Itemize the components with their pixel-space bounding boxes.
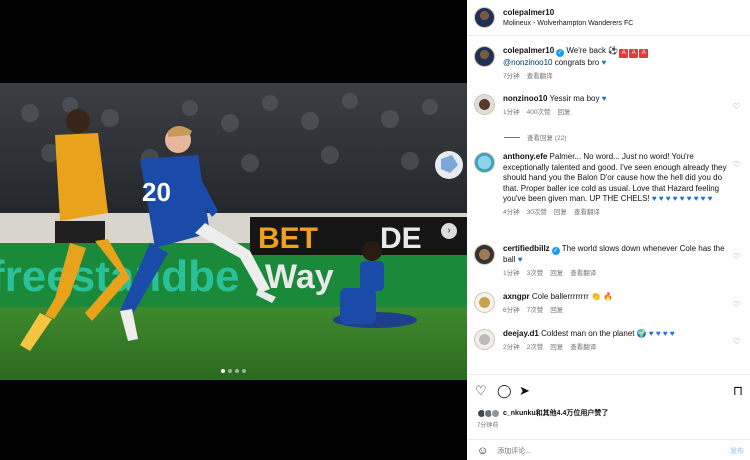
caption-text-2: congrats bro <box>554 58 600 67</box>
comment-input[interactable]: 添加评论... <box>497 446 531 456</box>
translate-link[interactable]: 查看翻译 <box>570 344 596 351</box>
action-bar: ♡ ◯ ➤ ⊓ <box>475 383 743 399</box>
comment-time: 6分钟 <box>503 306 520 314</box>
verified-icon: ✓ <box>551 247 560 255</box>
comment-time: 2分钟 <box>503 343 520 351</box>
post-footer: ♡ ◯ ➤ ⊓ c_nkunku和其他4.4万位用户赞了 7分钟前 ☺ 添加评论… <box>467 374 750 460</box>
football-scene-image: freestandbe Way BET DE <box>0 83 467 380</box>
comment-username[interactable]: anthony.efe <box>503 152 547 161</box>
a-emoji-icon: A <box>619 49 629 58</box>
comment-text: Coldest man on the planet <box>541 329 635 338</box>
share-icon[interactable]: ➤ <box>519 383 530 399</box>
globe-hearts-icon: 🌍 ♥ ♥ ♥ ♥ <box>636 329 675 338</box>
translate-link[interactable]: 查看翻译 <box>570 270 596 277</box>
likes-count[interactable]: 7次赞 <box>527 307 544 314</box>
ball-emoji-icon: ⚽ <box>608 46 619 55</box>
carousel-dots <box>0 369 467 373</box>
post-time: 7分钟前 <box>477 423 499 429</box>
likes-count[interactable]: 2次赞 <box>527 344 544 351</box>
likes-count[interactable]: 30次赞 <box>527 209 547 216</box>
likes-summary[interactable]: c_nkunku和其他4.4万位用户赞了 <box>477 408 608 418</box>
carousel-dot <box>221 369 225 373</box>
carousel-dot <box>235 369 239 373</box>
blue-heart-icon: ♥ <box>601 94 607 103</box>
reply-button[interactable]: 回复 <box>550 344 563 351</box>
reply-button[interactable]: 回复 <box>550 307 563 314</box>
save-bookmark-icon[interactable]: ⊓ <box>733 383 743 399</box>
avatar[interactable] <box>474 46 495 67</box>
caption-username[interactable]: colepalmer10 <box>503 46 554 55</box>
avatar[interactable] <box>474 7 495 28</box>
verified-icon: ✓ <box>556 49 565 57</box>
a-emoji-icon: A <box>639 49 649 58</box>
view-replies-link[interactable]: 查看回复 (22) <box>504 132 566 142</box>
instagram-post-viewer: freestandbe Way BET DE <box>0 0 750 460</box>
comment: axngpr Cole ballerrrrrrrr 👏 🔥 6分钟 7次赞 回复 ♡ <box>474 292 742 316</box>
like-heart-icon[interactable]: ♡ <box>733 337 740 346</box>
comment: nonzinoo10 Yessir ma boy ♥ 1分钟 400次赞 回复 ♡ <box>474 94 742 118</box>
svg-text:DE: DE <box>380 222 422 255</box>
emoji-icon[interactable]: ☺ <box>477 445 488 457</box>
svg-text:Way: Way <box>265 258 334 296</box>
comment-icon[interactable]: ◯ <box>497 383 512 399</box>
comment-time: 7分钟 <box>503 72 520 80</box>
add-comment-bar: ☺ 添加评论... 发布 <box>467 439 750 460</box>
comment-username[interactable]: axngpr <box>503 292 530 301</box>
header-username[interactable]: colepalmer10 <box>503 7 633 18</box>
comments-list[interactable]: colepalmer10 ✓ We're back ⚽ A A A @nonzinoo1… <box>467 44 750 374</box>
caption-text: We're back <box>566 46 606 55</box>
next-image-arrow-icon[interactable]: › <box>441 223 457 239</box>
carousel-dot <box>242 369 246 373</box>
like-heart-icon[interactable]: ♡ <box>733 252 740 261</box>
post-panel: colepalmer10 Molineux - Wolverhampton Wa… <box>467 0 750 460</box>
avatar[interactable] <box>474 292 495 313</box>
likes-count[interactable]: 400次赞 <box>527 109 551 116</box>
blue-hearts-icon: ♥ ♥ ♥ ♥ ♥ ♥ ♥ ♥ ♥ <box>651 194 713 203</box>
media-area: freestandbe Way BET DE <box>0 0 467 460</box>
avatar[interactable] <box>474 244 495 265</box>
post-photo[interactable]: freestandbe Way BET DE <box>0 83 467 380</box>
reply-button[interactable]: 回复 <box>557 109 570 116</box>
like-heart-icon[interactable]: ♡ <box>733 300 740 309</box>
carousel-dot <box>228 369 232 373</box>
reply-button[interactable]: 回复 <box>550 270 563 277</box>
avatar[interactable] <box>474 152 495 173</box>
post-button[interactable]: 发布 <box>730 446 744 456</box>
comment-time: 1分钟 <box>503 108 520 116</box>
comment-text: Cole ballerrrrrrrr <box>531 292 589 301</box>
svg-text:BET: BET <box>258 222 318 255</box>
comment: deejay.d1 Coldest man on the planet 🌍 ♥ … <box>474 329 742 353</box>
translate-link[interactable]: 查看翻译 <box>574 209 600 216</box>
like-icon[interactable]: ♡ <box>475 383 487 399</box>
comment-username[interactable]: deejay.d1 <box>503 329 539 338</box>
svg-text:20: 20 <box>142 177 171 207</box>
clap-fire-emoji-icon: 👏 🔥 <box>591 292 614 301</box>
comment-time: 4分钟 <box>503 208 520 216</box>
reply-button[interactable]: 回复 <box>554 209 567 216</box>
likes-text: c_nkunku和其他4.4万位用户赞了 <box>503 410 609 417</box>
avatar <box>491 408 500 418</box>
comment-text: Yessir ma boy <box>549 94 600 103</box>
a-emoji-icon: A <box>629 49 639 58</box>
avatar[interactable] <box>474 329 495 350</box>
comment: anthony.efe Palmer... No word... Just no… <box>474 152 742 218</box>
likes-count[interactable]: 3次赞 <box>527 270 544 277</box>
mention-link[interactable]: @nonzinoo10 <box>503 58 553 67</box>
comment-username[interactable]: certifiedbillz <box>503 244 550 253</box>
like-heart-icon[interactable]: ♡ <box>733 160 740 169</box>
location-link[interactable]: Molineux - Wolverhampton Wanderers FC <box>503 18 633 29</box>
blue-heart-icon: ♥ <box>601 58 607 67</box>
caption: colepalmer10 ✓ We're back ⚽ A A A @nonzinoo1… <box>474 46 742 82</box>
like-heart-icon[interactable]: ♡ <box>733 102 740 111</box>
comment: certifiedbillz ✓ The world slows down whe… <box>474 244 742 279</box>
post-header: colepalmer10 Molineux - Wolverhampton Wa… <box>467 0 750 36</box>
comment-username[interactable]: nonzinoo10 <box>503 94 547 103</box>
translate-link[interactable]: 查看翻译 <box>527 73 553 80</box>
blue-heart-icon: ♥ <box>517 255 523 264</box>
comment-time: 1分钟 <box>503 269 520 277</box>
avatar[interactable] <box>474 94 495 115</box>
